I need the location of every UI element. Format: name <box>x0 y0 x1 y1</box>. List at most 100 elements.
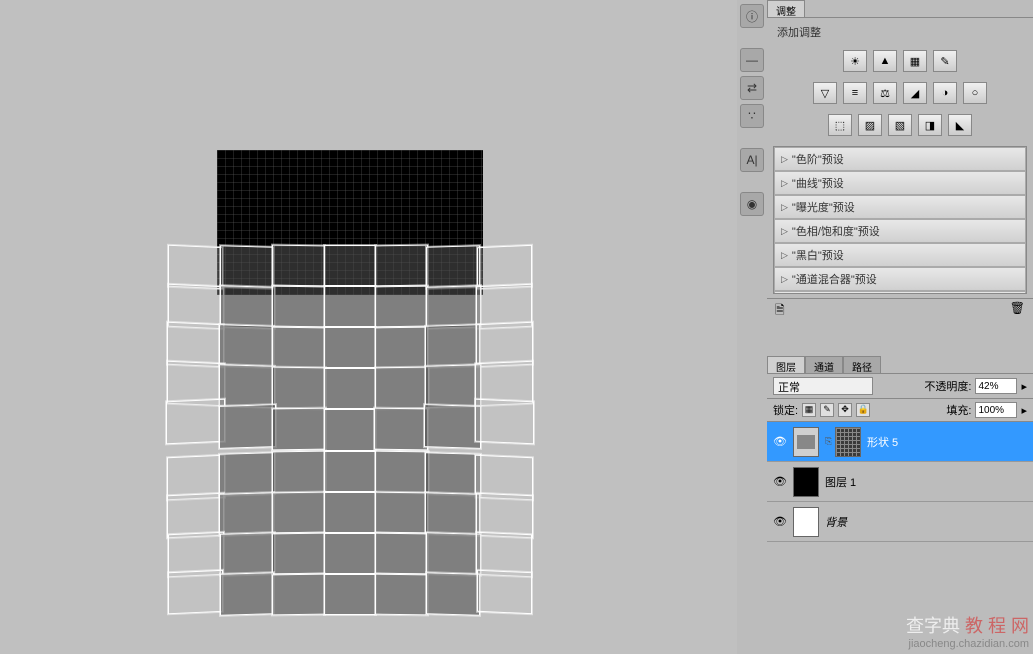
adj-icon-r1-0[interactable]: ☀ <box>843 50 867 72</box>
adj-icon-r2-4[interactable]: ◑ <box>933 82 957 104</box>
warp-cell[interactable] <box>375 532 428 574</box>
fill-arrow-icon[interactable]: ▸ <box>1021 404 1027 417</box>
type-icon[interactable]: A| <box>740 148 764 172</box>
warp-cell[interactable] <box>219 452 275 496</box>
adj-icon-r1-2[interactable]: ▦ <box>903 50 927 72</box>
warp-cell[interactable] <box>324 327 375 368</box>
warp-cell[interactable] <box>375 492 428 534</box>
warp-cell[interactable] <box>324 451 375 492</box>
warp-cell[interactable] <box>426 572 480 615</box>
fill-input[interactable] <box>975 402 1017 418</box>
adj-icon-r2-1[interactable]: ≡ <box>843 82 867 104</box>
warp-cell[interactable] <box>324 409 375 450</box>
layer-thumb[interactable] <box>793 507 819 537</box>
warp-cell[interactable] <box>166 399 225 445</box>
warp-cell[interactable] <box>375 286 428 328</box>
warp-cell[interactable] <box>272 245 325 287</box>
layer-thumb[interactable] <box>793 467 819 497</box>
visibility-icon[interactable]: 👁 <box>773 475 787 489</box>
adj-icon-r3-3[interactable]: ◨ <box>918 114 942 136</box>
adj-icon-r2-3[interactable]: ◢ <box>903 82 927 104</box>
warp-cell[interactable] <box>324 368 375 409</box>
warp-cell[interactable] <box>272 573 325 615</box>
warp-cell[interactable] <box>219 325 274 369</box>
layer-name[interactable]: 形状 5 <box>867 434 898 450</box>
preset-list[interactable]: ▷"色阶"预设▷"曲线"预设▷"曝光度"预设▷"色相/饱和度"预设▷"黑白"预设… <box>773 146 1027 294</box>
adj-icon-r3-0[interactable]: ⬚ <box>828 114 852 136</box>
warp-cell[interactable] <box>475 399 534 445</box>
warp-cell[interactable] <box>272 451 326 493</box>
warp-cell[interactable] <box>220 285 275 328</box>
warp-cell[interactable] <box>272 532 325 574</box>
warp-transform-grid[interactable] <box>170 245 530 615</box>
layer-thumb[interactable] <box>793 427 819 457</box>
adj-icon-r3-2[interactable]: ▧ <box>888 114 912 136</box>
clone-icon[interactable]: ∵ <box>740 104 764 128</box>
preset-item[interactable]: ▷"可选颜色"预设 <box>774 291 1026 294</box>
adj-icon-r3-4[interactable]: ◣ <box>948 114 972 136</box>
warp-cell[interactable] <box>425 452 481 496</box>
warp-cell[interactable] <box>272 367 326 409</box>
layer-row[interactable]: 👁 图层 1 <box>767 462 1033 502</box>
preset-item[interactable]: ▷"曝光度"预设 <box>774 195 1026 219</box>
preset-item[interactable]: ▷"通道混合器"预设 <box>774 267 1026 291</box>
adj-icon-r2-0[interactable]: ▽ <box>813 82 837 104</box>
vector-mask-thumb[interactable] <box>835 427 861 457</box>
warp-cell[interactable] <box>375 573 428 615</box>
warp-cell[interactable] <box>425 492 480 536</box>
adj-icon-r1-3[interactable]: ✎ <box>933 50 957 72</box>
warp-cell[interactable] <box>375 367 429 409</box>
canvas-area[interactable]: // generate fine grid inside black rect … <box>0 0 730 654</box>
warp-cell[interactable] <box>168 570 223 615</box>
swap-icon[interactable]: ⇄ <box>740 76 764 100</box>
opacity-arrow-icon[interactable]: ▸ <box>1021 380 1027 393</box>
warp-cell[interactable] <box>324 574 375 614</box>
visibility-icon[interactable]: 👁 <box>773 515 787 529</box>
warp-cell[interactable] <box>425 364 481 408</box>
tab-paths[interactable]: 路径 <box>843 356 881 373</box>
warp-cell[interactable] <box>375 245 428 287</box>
warp-cell[interactable] <box>424 404 481 448</box>
blend-mode-select[interactable]: 正常 <box>773 377 873 395</box>
warp-cell[interactable] <box>426 245 480 288</box>
warp-cell[interactable] <box>324 286 375 326</box>
warp-cell[interactable] <box>426 532 481 575</box>
lock-transparency-icon[interactable]: ▦ <box>802 403 816 417</box>
warp-cell[interactable] <box>375 326 428 368</box>
tab-channels[interactable]: 通道 <box>805 356 843 373</box>
warp-cell[interactable] <box>375 451 429 493</box>
warp-cell[interactable] <box>324 533 375 573</box>
preset-item[interactable]: ▷"色阶"预设 <box>774 147 1026 171</box>
brush-icon[interactable]: — <box>740 48 764 72</box>
warp-cell[interactable] <box>219 364 275 408</box>
doc-icon[interactable]: 🗎 <box>775 301 785 314</box>
warp-cell[interactable] <box>374 408 428 451</box>
lock-all-icon[interactable]: 🔒 <box>856 403 870 417</box>
preset-item[interactable]: ▷"色相/饱和度"预设 <box>774 219 1026 243</box>
info-icon[interactable]: ⓘ <box>740 4 764 28</box>
warp-cell[interactable] <box>219 404 276 448</box>
warp-cell[interactable] <box>272 408 326 451</box>
warp-cell[interactable] <box>272 326 325 368</box>
warp-cell[interactable] <box>220 245 274 288</box>
layer-name[interactable]: 背景 <box>825 514 847 530</box>
warp-cell[interactable] <box>477 570 532 615</box>
warp-cell[interactable] <box>425 325 480 369</box>
warp-cell[interactable] <box>220 572 274 615</box>
warp-cell[interactable] <box>272 286 325 328</box>
adj-icon-r1-1[interactable]: ▲ <box>873 50 897 72</box>
warp-cell[interactable] <box>219 492 274 536</box>
adj-icon-r2-5[interactable]: ○ <box>963 82 987 104</box>
warp-cell[interactable] <box>324 492 375 533</box>
layer-list[interactable]: 👁 ⎘ 形状 5 👁 图层 1 👁 背景 <box>767 422 1033 542</box>
trash-icon[interactable]: 🗑 <box>1010 301 1025 314</box>
warp-cell[interactable] <box>324 245 375 285</box>
preset-item[interactable]: ▷"黑白"预设 <box>774 243 1026 267</box>
visibility-icon[interactable]: 👁 <box>773 435 787 449</box>
layer-row[interactable]: 👁 ⎘ 形状 5 <box>767 422 1033 462</box>
opacity-input[interactable] <box>975 378 1017 394</box>
layer-name[interactable]: 图层 1 <box>825 474 856 490</box>
camera-icon[interactable]: ◉ <box>740 192 764 216</box>
warp-cell[interactable] <box>426 285 481 328</box>
lock-position-icon[interactable]: ✥ <box>838 403 852 417</box>
